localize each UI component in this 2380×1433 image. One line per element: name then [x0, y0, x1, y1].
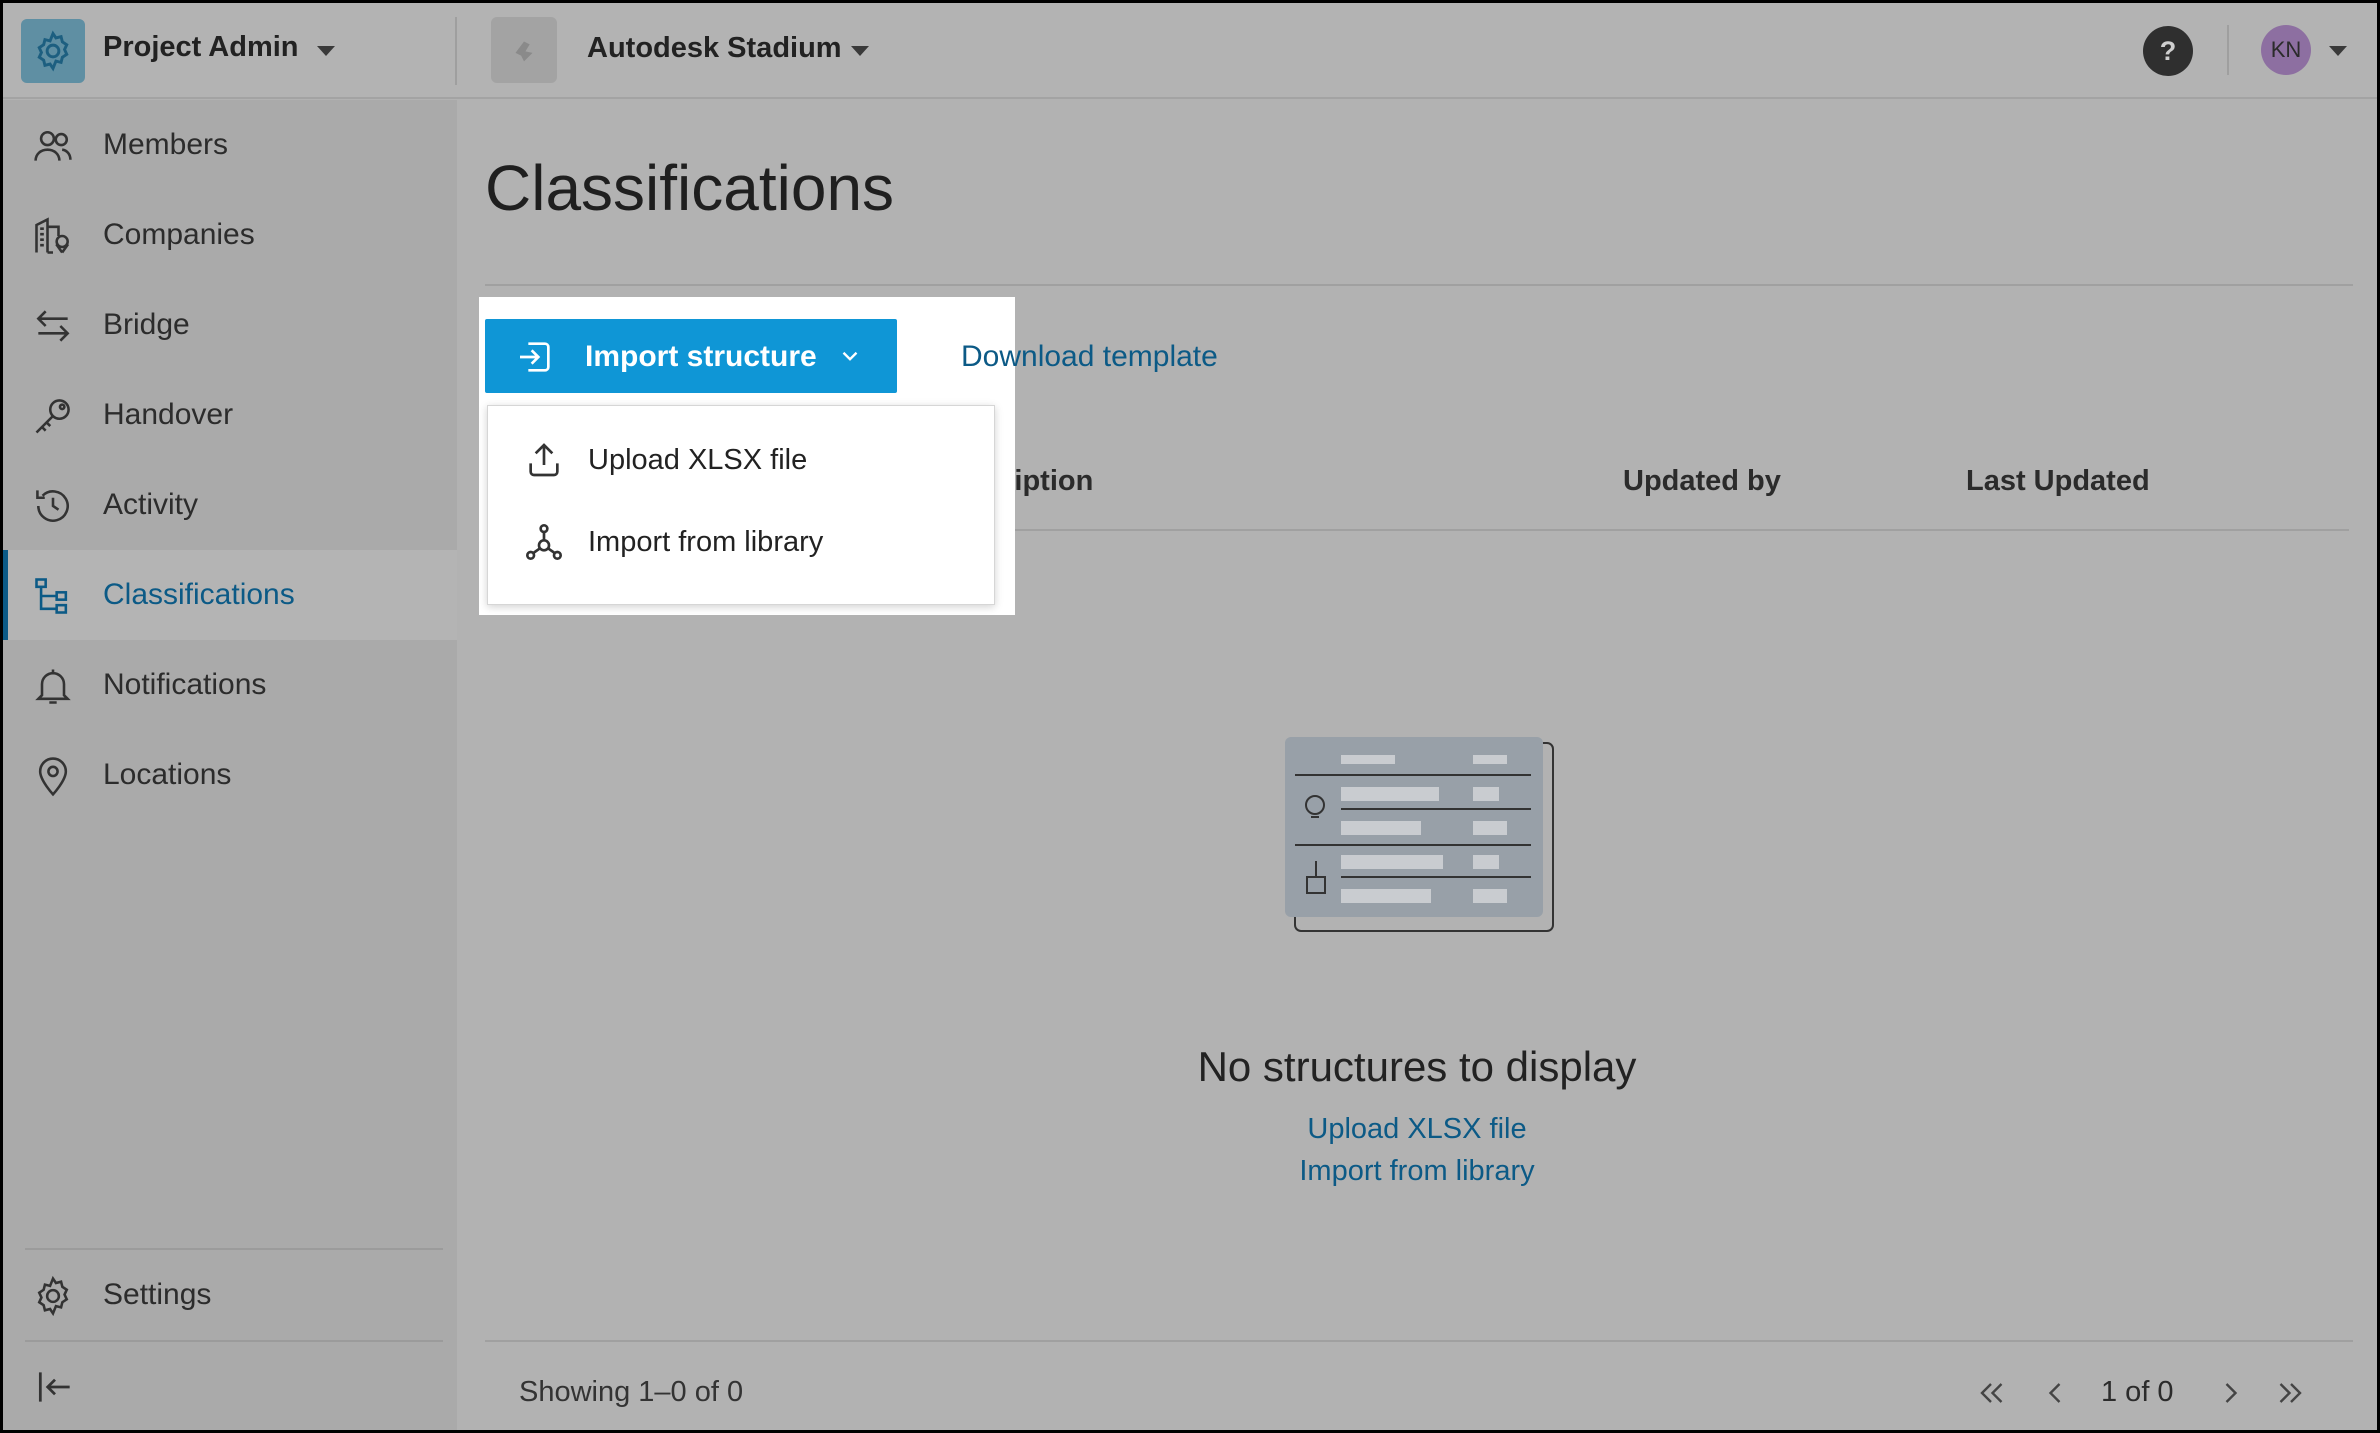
sidebar-item-label: Settings: [103, 1278, 212, 1311]
app-window: Project Admin Autodesk Stadium ? KN Memb…: [3, 3, 2377, 1430]
sidebar-item-locations[interactable]: Locations: [3, 730, 457, 820]
project-thumbnail[interactable]: [491, 17, 557, 83]
collapse-sidebar-icon[interactable]: [33, 1365, 77, 1409]
sidebar-item-handover[interactable]: Handover: [3, 370, 457, 460]
upload-icon: [529, 443, 559, 477]
app-switcher-chevron-icon[interactable]: [317, 46, 335, 56]
library-network-icon: [526, 524, 562, 560]
sidebar-item-settings[interactable]: Settings: [3, 1250, 457, 1340]
sidebar-item-label: Bridge: [103, 308, 190, 341]
header-divider: [455, 17, 457, 85]
sidebar: Members Companies Bridge Handover Activi…: [3, 100, 457, 1430]
bell-icon: [35, 669, 71, 704]
import-dropdown-menu: Upload XLSX file Import from library: [487, 405, 995, 605]
sidebar-divider: [25, 1340, 443, 1342]
sidebar-item-companies[interactable]: Companies: [3, 190, 457, 280]
project-selector[interactable]: Autodesk Stadium: [587, 32, 842, 65]
settings-gear-icon: [37, 1275, 69, 1317]
empty-state-illustration: [1285, 737, 1554, 932]
location-pin-icon: [38, 757, 68, 797]
footer-divider: [485, 1340, 2353, 1342]
gear-icon[interactable]: [21, 19, 85, 83]
import-structure-label: Import structure: [585, 340, 817, 373]
help-button[interactable]: ?: [2143, 26, 2193, 76]
sidebar-item-activity[interactable]: Activity: [3, 460, 457, 550]
bridge-icon: [36, 310, 70, 342]
sidebar-item-notifications[interactable]: Notifications: [3, 640, 457, 730]
next-page-icon[interactable]: [2213, 1375, 2249, 1411]
members-icon: [34, 130, 72, 161]
first-page-icon[interactable]: [1973, 1375, 2009, 1411]
hierarchy-icon: [35, 578, 68, 614]
column-header-updated-by[interactable]: Updated by: [1623, 465, 1781, 498]
sidebar-item-label: Handover: [103, 398, 234, 431]
app-title[interactable]: Project Admin: [103, 31, 299, 64]
user-menu-chevron-icon[interactable]: [2329, 46, 2347, 56]
sidebar-item-label: Activity: [103, 488, 199, 521]
last-page-icon[interactable]: [2273, 1375, 2309, 1411]
sidebar-item-label: Companies: [103, 218, 255, 251]
sidebar-item-label: Classifications: [103, 578, 295, 611]
empty-state-title: No structures to display: [1197, 1043, 1637, 1090]
empty-import-library-link[interactable]: Import from library: [457, 1155, 2377, 1188]
sidebar-item-members[interactable]: Members: [3, 100, 457, 190]
chevron-down-icon: [842, 351, 858, 361]
download-template-link[interactable]: Download template: [961, 340, 1218, 374]
sidebar-item-label: Notifications: [103, 668, 267, 701]
history-icon: [36, 490, 69, 522]
import-structure-button[interactable]: Import structure: [485, 319, 897, 393]
previous-page-icon[interactable]: [2037, 1375, 2073, 1411]
sidebar-item-label: Members: [103, 128, 229, 161]
key-icon: [35, 399, 70, 434]
header-divider: [2227, 25, 2229, 75]
page-title: Classifications: [485, 152, 895, 224]
project-chevron-icon[interactable]: [851, 46, 869, 56]
sidebar-item-label: Locations: [103, 758, 232, 791]
sidebar-item-bridge[interactable]: Bridge: [3, 280, 457, 370]
title-divider: [485, 284, 2353, 286]
menu-item-import-library[interactable]: Import from library: [488, 502, 994, 582]
import-icon: [520, 342, 550, 372]
menu-item-label: Import from library: [588, 526, 824, 558]
menu-item-label: Upload XLSX file: [588, 444, 808, 476]
avatar[interactable]: KN: [2261, 25, 2311, 75]
page-status: 1 of 0: [2101, 1376, 2174, 1408]
top-header: Project Admin Autodesk Stadium ? KN: [3, 3, 2377, 99]
menu-item-upload-xlsx[interactable]: Upload XLSX file: [488, 420, 994, 500]
companies-icon: [35, 217, 70, 254]
empty-upload-xlsx-link[interactable]: Upload XLSX file: [457, 1113, 2377, 1146]
sidebar-item-classifications[interactable]: Classifications: [3, 550, 457, 640]
column-header-last-updated[interactable]: Last Updated: [1966, 465, 2150, 498]
showing-count: Showing 1–0 of 0: [519, 1376, 744, 1408]
